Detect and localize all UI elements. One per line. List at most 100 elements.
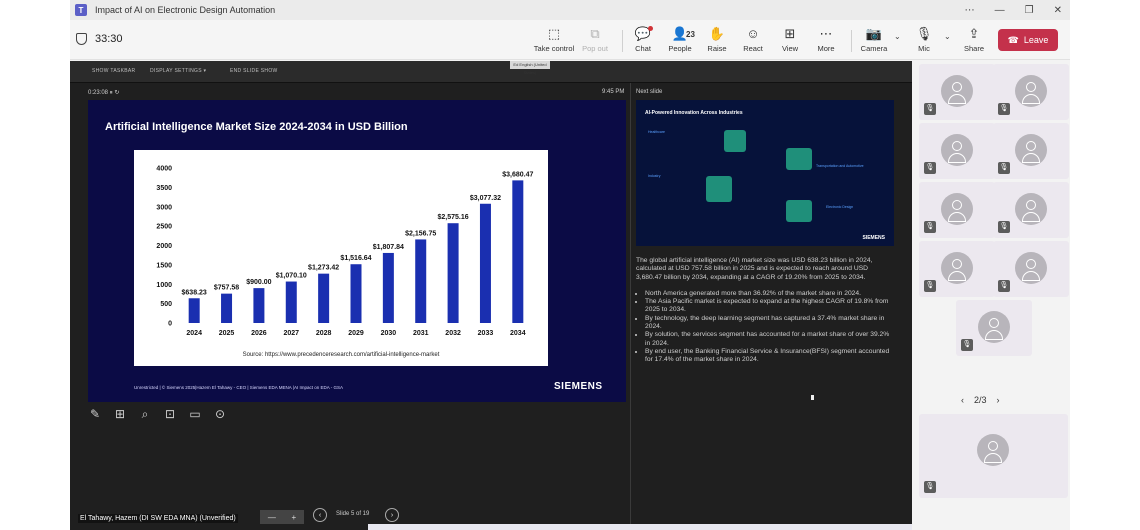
camera-options-chevron-icon[interactable]: ⌄ — [894, 32, 901, 41]
y-tick-label: 500 — [160, 301, 172, 308]
data-label: $638.23 — [182, 289, 207, 296]
x-tick-label: 2028 — [316, 330, 332, 337]
gallery-page-indicator: 2/3 — [974, 395, 987, 405]
person-icon — [952, 200, 962, 210]
data-label: $3,077.32 — [470, 195, 501, 202]
minimize-icon[interactable]: — — [995, 5, 1005, 16]
previous-slide-button[interactable]: ‹ — [313, 508, 327, 522]
person-icon — [989, 318, 999, 328]
participant-gallery: 🎙 🎙 🎙 🎙 🎙 🎙 🎙 🎙 🎙 ‹ 2/3 › 🎙 — [913, 61, 1070, 530]
more-button[interactable]: ⋯ More — [804, 24, 848, 53]
elapsed-time: 0:23:08 ⏸ ↻ — [88, 90, 120, 96]
camera-off-icon: 📷 — [865, 26, 883, 41]
person-icon — [1026, 259, 1036, 269]
participant-tile[interactable]: 🎙 — [993, 182, 1069, 238]
camera-toggle-icon[interactable]: ⊡ — [163, 407, 177, 421]
participant-tile[interactable]: 🎙 — [956, 300, 1032, 356]
bar — [350, 264, 362, 323]
pen-icon[interactable]: ✎ — [88, 407, 102, 421]
zoom-in-icon[interactable]: + — [291, 513, 296, 522]
participant-tile[interactable]: 🎙 — [919, 123, 995, 179]
more-options-icon[interactable]: ⋯ — [965, 5, 975, 16]
bar — [253, 288, 265, 323]
shared-screen: SHOW TASKBAR DISPLAY SETTINGS ▾ END SLID… — [70, 61, 912, 530]
x-tick-label: 2027 — [283, 330, 299, 337]
restore-icon[interactable]: ❐ — [1025, 5, 1034, 16]
person-icon — [952, 141, 962, 151]
data-label: $2,575.16 — [438, 214, 469, 221]
next-slide-thumbnail[interactable]: AI-Powered Innovation Across Industries … — [636, 100, 894, 246]
participant-tile[interactable]: 🎙 — [919, 64, 995, 120]
chevron-right-icon[interactable]: › — [997, 395, 1000, 405]
chip-icon — [786, 200, 812, 222]
pane-divider — [630, 83, 631, 530]
slide-footer: Unrestricted | © Siemens 2025|Hazem El T… — [134, 385, 343, 390]
x-tick-label: 2026 — [251, 330, 267, 337]
next-slide-section: Industry — [648, 174, 661, 178]
avatar — [941, 252, 973, 284]
y-tick-label: 3500 — [156, 185, 172, 192]
display-settings-button[interactable]: DISPLAY SETTINGS ▾ — [150, 68, 206, 74]
mic-muted-icon: 🎙 — [998, 280, 1010, 292]
show-taskbar-button[interactable]: SHOW TASKBAR — [92, 68, 135, 74]
zoom-icon[interactable]: ⌕ — [138, 407, 152, 421]
mic-muted-icon: 🎙 — [998, 162, 1010, 174]
participant-tile[interactable]: 🎙 — [919, 241, 995, 297]
share-button[interactable]: ⇪ Share — [952, 24, 996, 53]
notes-bullet-list: North America generated more than 36.92%… — [636, 290, 894, 365]
zoom-out-icon[interactable]: — — [268, 513, 276, 522]
x-tick-label: 2034 — [510, 330, 526, 337]
slide-title: Artificial Intelligence Market Size 2024… — [105, 121, 408, 133]
person-icon — [1026, 200, 1036, 210]
end-slide-show-button[interactable]: END SLIDE SHOW — [230, 68, 278, 74]
more-options-icon[interactable]: ⊙ — [213, 407, 227, 421]
participant-tile[interactable]: 🎙 — [993, 241, 1069, 297]
speaker-name-tag: El Tahawy, Hazem (DI SW EDA MNA) (Unveri… — [78, 514, 238, 523]
healthcare-heart-icon — [724, 130, 746, 152]
participant-tile[interactable]: 🎙 — [919, 414, 1068, 498]
current-slide: Artificial Intelligence Market Size 2024… — [88, 100, 626, 402]
person-icon — [952, 82, 962, 92]
pop-out-button[interactable]: ⧉ Pop out — [573, 24, 617, 53]
avatar — [977, 434, 1009, 466]
avatar — [1015, 134, 1047, 166]
leave-button[interactable]: ☎ Leave — [998, 29, 1058, 51]
black-screen-icon[interactable]: ▭ — [188, 407, 202, 421]
shared-taskbar — [368, 524, 912, 530]
avatar — [941, 75, 973, 107]
window-controls: ⋯ — ❐ ✕ — [965, 0, 1062, 20]
data-label: $1,273.42 — [308, 265, 339, 272]
x-tick-label: 2030 — [381, 330, 397, 337]
notes-bullet: The Asia Pacific market is expected to e… — [645, 298, 894, 315]
window-title: Impact of AI on Electronic Design Automa… — [95, 5, 276, 15]
person-icon — [988, 441, 998, 451]
ellipsis-icon: ⋯ — [819, 26, 833, 41]
timer-text: 33:30 — [95, 33, 123, 45]
see-all-slides-icon[interactable]: ⊞ — [113, 407, 127, 421]
next-slide-label: Next slide — [636, 89, 663, 95]
close-icon[interactable]: ✕ — [1054, 5, 1062, 16]
share-icon: ⇪ — [968, 26, 980, 41]
y-tick-label: 2000 — [156, 243, 172, 250]
data-label: $2,156.75 — [405, 230, 436, 237]
mic-button[interactable]: 🎙 Mic — [902, 24, 946, 53]
bar — [512, 180, 524, 323]
participant-tile[interactable]: 🎙 — [919, 182, 995, 238]
participant-tile[interactable]: 🎙 — [993, 64, 1069, 120]
presenter-tools: ✎ ⊞ ⌕ ⊡ ▭ ⊙ — [88, 407, 227, 421]
camera-button[interactable]: 📷 Camera — [852, 24, 896, 53]
pop-out-icon: ⧉ — [590, 26, 600, 41]
data-label: $1,807.84 — [373, 244, 404, 251]
avatar — [978, 311, 1010, 343]
next-slide-button[interactable]: › — [385, 508, 399, 522]
speaker-notes: The global artificial intelligence (AI) … — [636, 257, 894, 365]
x-tick-label: 2032 — [445, 330, 461, 337]
chevron-left-icon[interactable]: ‹ — [961, 395, 964, 405]
mic-muted-icon: 🎙 — [998, 221, 1010, 233]
mic-muted-icon: 🎙 — [924, 481, 936, 493]
meeting-toolbar: 33:30 ⬚ Take control ⧉ Pop out 💬 Chat 👤 2… — [70, 20, 1070, 60]
take-control-button[interactable]: ⬚ Take control — [532, 24, 576, 53]
teams-window: T Impact of AI on Electronic Design Auto… — [70, 0, 1070, 530]
mic-options-chevron-icon[interactable]: ⌄ — [944, 32, 951, 41]
participant-tile[interactable]: 🎙 — [993, 123, 1069, 179]
